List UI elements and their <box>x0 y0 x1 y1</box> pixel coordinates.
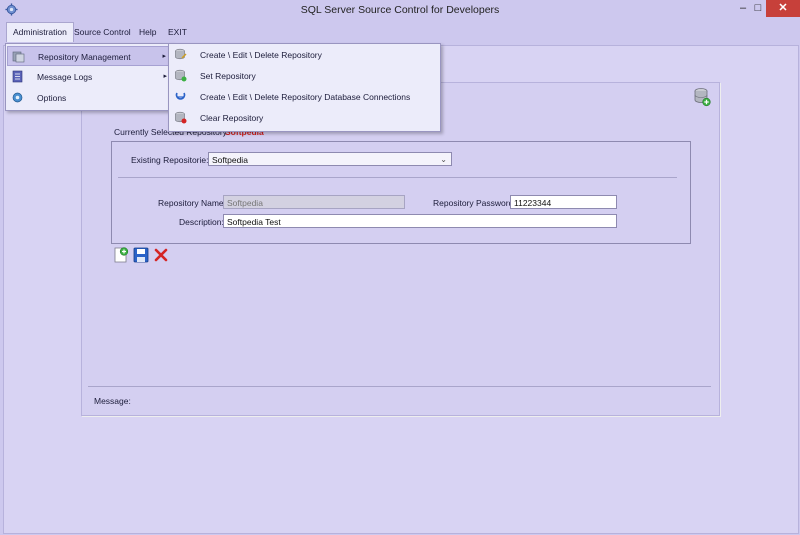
menu-item-label: Create \ Edit \ Delete Repository <box>200 50 322 60</box>
maximize-button[interactable]: □ <box>748 0 768 17</box>
database-add-icon[interactable] <box>693 87 711 107</box>
description-field[interactable]: Softpedia Test <box>223 214 617 228</box>
repository-password-label: Repository Password: <box>433 198 516 208</box>
repository-name-label: Repository Name: <box>158 198 227 208</box>
db-connection-icon <box>175 92 186 100</box>
menu-item-repository-management[interactable]: Repository Management ▸ <box>7 46 171 66</box>
description-label: Description: <box>179 217 224 227</box>
repository-password-field[interactable]: 11223344 <box>510 195 617 209</box>
window-title: SQL Server Source Control for Developers <box>300 4 500 16</box>
delete-icon[interactable] <box>153 247 169 263</box>
menu-administration[interactable]: Administration <box>6 22 74 42</box>
submenu-arrow-icon: ▸ <box>162 53 166 60</box>
menu-item-label: Set Repository <box>200 71 256 81</box>
repository-panel: Currently Selected Repository: Softpedia… <box>81 82 720 416</box>
title-bar: SQL Server Source Control for Developers… <box>0 0 800 20</box>
repository-management-submenu: Create \ Edit \ Delete Repository Set Re… <box>168 43 441 132</box>
menu-item-clear-repository[interactable]: Clear Repository <box>170 108 439 128</box>
repo-edit-icon <box>175 48 187 60</box>
menu-item-label: Clear Repository <box>200 113 264 123</box>
existing-repository-select[interactable]: Softpedia ⌄ <box>208 152 452 166</box>
chevron-down-icon: ⌄ <box>440 155 447 164</box>
menu-item-label: Create \ Edit \ Delete Repository Databa… <box>200 92 411 102</box>
repository-groupbox: Existing Repositorie: Softpedia ⌄ Reposi… <box>111 141 691 244</box>
menu-item-create-edit-delete-repository[interactable]: Create \ Edit \ Delete Repository <box>170 45 439 65</box>
menu-bar: Administration Source Control Help EXIT <box>0 20 800 44</box>
menu-item-options[interactable]: Options <box>7 88 171 108</box>
submenu-arrow-icon: ▸ <box>163 73 167 80</box>
menu-item-repository-db-connections[interactable]: Create \ Edit \ Delete Repository Databa… <box>170 87 439 107</box>
set-repo-icon <box>175 69 187 82</box>
message-label: Message: <box>94 396 131 406</box>
form-separator <box>118 177 677 178</box>
message-separator <box>88 386 711 387</box>
menu-item-set-repository[interactable]: Set Repository <box>170 66 439 86</box>
close-button[interactable]: ✕ <box>766 0 800 17</box>
administration-menu: Repository Management ▸ Message Logs ▸ O… <box>5 43 173 111</box>
save-icon[interactable] <box>133 247 149 263</box>
menu-item-label: Message Logs <box>37 72 93 82</box>
repo-mgmt-icon <box>12 51 25 63</box>
menu-item-label: Options <box>37 93 67 103</box>
new-document-icon[interactable] <box>113 247 129 263</box>
menu-item-label: Repository Management <box>38 52 131 62</box>
clear-repo-icon <box>175 111 187 124</box>
menu-source-control[interactable]: Source Control <box>68 23 137 42</box>
repository-name-field[interactable]: Softpedia <box>223 195 405 209</box>
existing-repository-value: Softpedia <box>212 155 248 165</box>
menu-item-message-logs[interactable]: Message Logs ▸ <box>7 67 171 87</box>
menu-exit[interactable]: EXIT <box>162 23 193 42</box>
menu-help[interactable]: Help <box>133 23 162 42</box>
existing-repository-label: Existing Repositorie: <box>131 155 209 165</box>
logs-icon <box>12 70 23 83</box>
options-icon <box>12 92 23 103</box>
